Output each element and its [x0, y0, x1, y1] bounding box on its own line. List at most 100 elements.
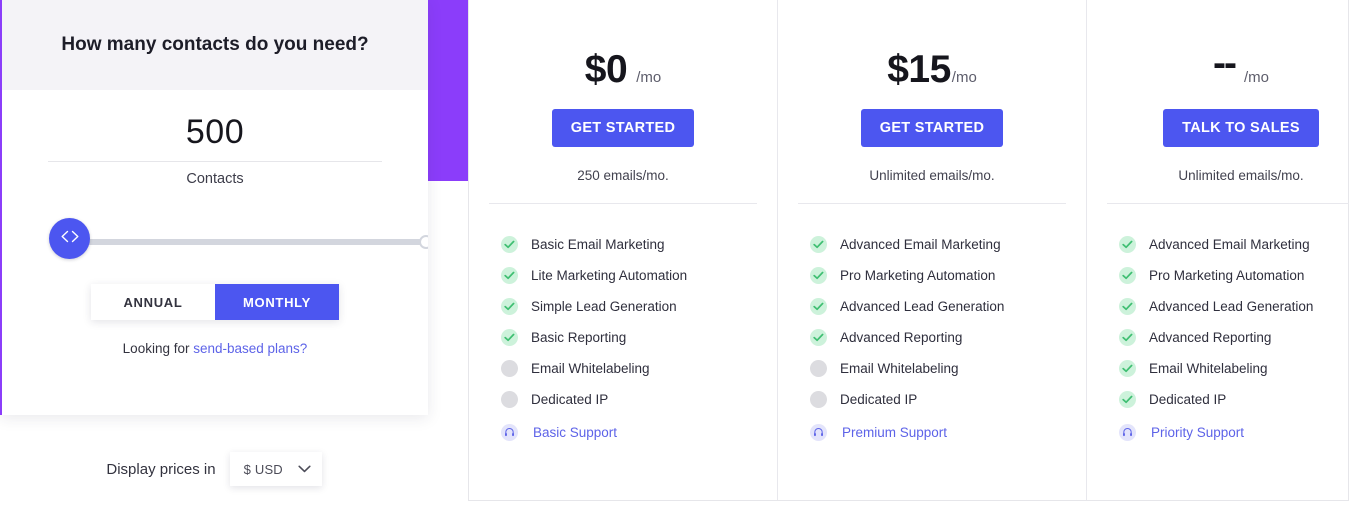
check-icon — [810, 236, 827, 253]
feature-label: Email Whitelabeling — [840, 361, 959, 376]
send-based-plans-text: Looking for send-based plans? — [34, 341, 396, 356]
plan-price-period: /mo — [636, 69, 662, 86]
check-icon — [501, 298, 518, 315]
feature-label: Pro Marketing Automation — [1149, 268, 1305, 283]
feature-item: Simple Lead Generation — [501, 291, 757, 322]
plan-price-amount: $15 — [887, 48, 951, 91]
feature-label: Email Whitelabeling — [1149, 361, 1268, 376]
contacts-label: Contacts — [186, 171, 244, 187]
feature-label: Basic Email Marketing — [531, 237, 665, 252]
check-icon — [810, 267, 827, 284]
currency-selector-row: Display prices in $ USD — [0, 452, 428, 486]
send-based-plans-link[interactable]: send-based plans? — [193, 341, 307, 356]
feature-label: Advanced Email Marketing — [1149, 237, 1310, 252]
slider-end-dot — [419, 235, 428, 249]
contacts-value: 500 — [185, 113, 245, 151]
check-icon — [1119, 360, 1136, 377]
check-icon — [501, 329, 518, 346]
feature-item: Advanced Lead Generation — [810, 291, 1066, 322]
feature-item: Basic Reporting — [501, 322, 757, 353]
calculator-header: How many contacts do you need? — [2, 0, 428, 90]
feature-item: Advanced Reporting — [1119, 322, 1349, 353]
feature-item: Dedicated IP — [810, 384, 1066, 415]
plan-cta-button[interactable]: TALK TO SALES — [1163, 109, 1319, 147]
feature-label: Priority Support — [1151, 425, 1245, 440]
feature-item: Dedicated IP — [1119, 384, 1349, 415]
feature-label: Pro Marketing Automation — [840, 268, 996, 283]
feature-item: Email Whitelabeling — [1119, 353, 1349, 384]
plan-price-period: /mo — [951, 69, 977, 86]
plan-cta-button[interactable]: GET STARTED — [860, 109, 1004, 147]
chevron-down-icon — [298, 465, 311, 473]
empty-circle-icon — [501, 391, 518, 408]
currency-select[interactable]: $ USD — [229, 452, 322, 486]
feature-label: Simple Lead Generation — [531, 299, 677, 314]
left-right-chevrons-icon — [59, 230, 81, 248]
plan-price-period: /mo — [1243, 69, 1269, 86]
contacts-calculator-card: How many contacts do you need? 500 Conta… — [0, 0, 428, 415]
plan-column: $0/mo GET STARTED 250 emails/mo. Basic Emai… — [469, 0, 778, 500]
plan-price: $15/mo — [887, 50, 977, 94]
plan-price-amount: $0 — [584, 48, 628, 91]
check-icon — [1119, 267, 1136, 284]
feature-label: Dedicated IP — [531, 392, 609, 407]
feature-item: Advanced Lead Generation — [1119, 291, 1349, 322]
plan-price: -- /mo — [1213, 44, 1269, 94]
billing-option-annual[interactable]: ANNUAL — [91, 284, 215, 320]
feature-item: Email Whitelabeling — [501, 353, 757, 384]
feature-item: Advanced Reporting — [810, 322, 1066, 353]
empty-circle-icon — [810, 360, 827, 377]
contacts-slider[interactable] — [34, 218, 428, 266]
feature-label: Lite Marketing Automation — [531, 268, 688, 283]
check-icon — [810, 298, 827, 315]
check-icon — [1119, 329, 1136, 346]
feature-label: Premium Support — [842, 425, 948, 440]
feature-item: Email Whitelabeling — [810, 353, 1066, 384]
feature-item: Advanced Email Marketing — [1119, 229, 1349, 260]
plan-feature-list: Advanced Email Marketing Pro Marketing Au… — [1107, 229, 1349, 448]
slider-track[interactable] — [52, 239, 426, 245]
slider-handle[interactable] — [49, 218, 90, 259]
feature-label: Basic Reporting — [531, 330, 627, 345]
billing-option-monthly[interactable]: MONTHLY — [215, 284, 339, 320]
feature-item: Lite Marketing Automation — [501, 260, 757, 291]
plan-emails-note: 250 emails/mo. — [577, 168, 669, 183]
contacts-divider — [48, 161, 382, 162]
feature-label: Dedicated IP — [1149, 392, 1227, 407]
feature-label: Email Whitelabeling — [531, 361, 650, 376]
headset-icon — [810, 424, 827, 441]
feature-item: Dedicated IP — [501, 384, 757, 415]
check-icon — [501, 267, 518, 284]
purple-accent-band — [427, 0, 468, 181]
feature-label: Advanced Lead Generation — [840, 299, 1005, 314]
feature-item: Advanced Email Marketing — [810, 229, 1066, 260]
check-icon — [1119, 236, 1136, 253]
feature-item[interactable]: Basic Support — [501, 417, 757, 448]
feature-item: Basic Email Marketing — [501, 229, 757, 260]
feature-item[interactable]: Priority Support — [1119, 417, 1349, 448]
feature-item[interactable]: Premium Support — [810, 417, 1066, 448]
empty-circle-icon — [810, 391, 827, 408]
billing-period-toggle[interactable]: ANNUAL MONTHLY — [91, 284, 339, 320]
check-icon — [810, 329, 827, 346]
check-icon — [1119, 391, 1136, 408]
feature-item: Pro Marketing Automation — [1119, 260, 1349, 291]
plan-cta-button[interactable]: GET STARTED — [551, 109, 695, 147]
plan-feature-list: Advanced Email Marketing Pro Marketing Au… — [798, 229, 1066, 448]
feature-label: Advanced Email Marketing — [840, 237, 1001, 252]
check-icon — [1119, 298, 1136, 315]
plan-price-amount: -- — [1213, 42, 1237, 85]
feature-label: Advanced Reporting — [1149, 330, 1272, 345]
check-icon — [501, 236, 518, 253]
plan-emails-note: Unlimited emails/mo. — [869, 168, 995, 183]
currency-label: Display prices in — [106, 460, 216, 478]
calculator-title: How many contacts do you need? — [61, 34, 369, 55]
plan-divider — [798, 203, 1066, 204]
headset-icon — [1119, 424, 1136, 441]
plan-column: -- /mo TALK TO SALES Unlimited emails/mo. Ad… — [1087, 0, 1349, 500]
plan-divider — [1107, 203, 1349, 204]
plan-emails-note: Unlimited emails/mo. — [1178, 168, 1304, 183]
calculator-body: 500 Contacts ANNUAL MONTHLY Looking for … — [2, 113, 428, 356]
feature-label: Dedicated IP — [840, 392, 918, 407]
pricing-table: $0/mo GET STARTED 250 emails/mo. Basic Emai… — [468, 0, 1349, 501]
